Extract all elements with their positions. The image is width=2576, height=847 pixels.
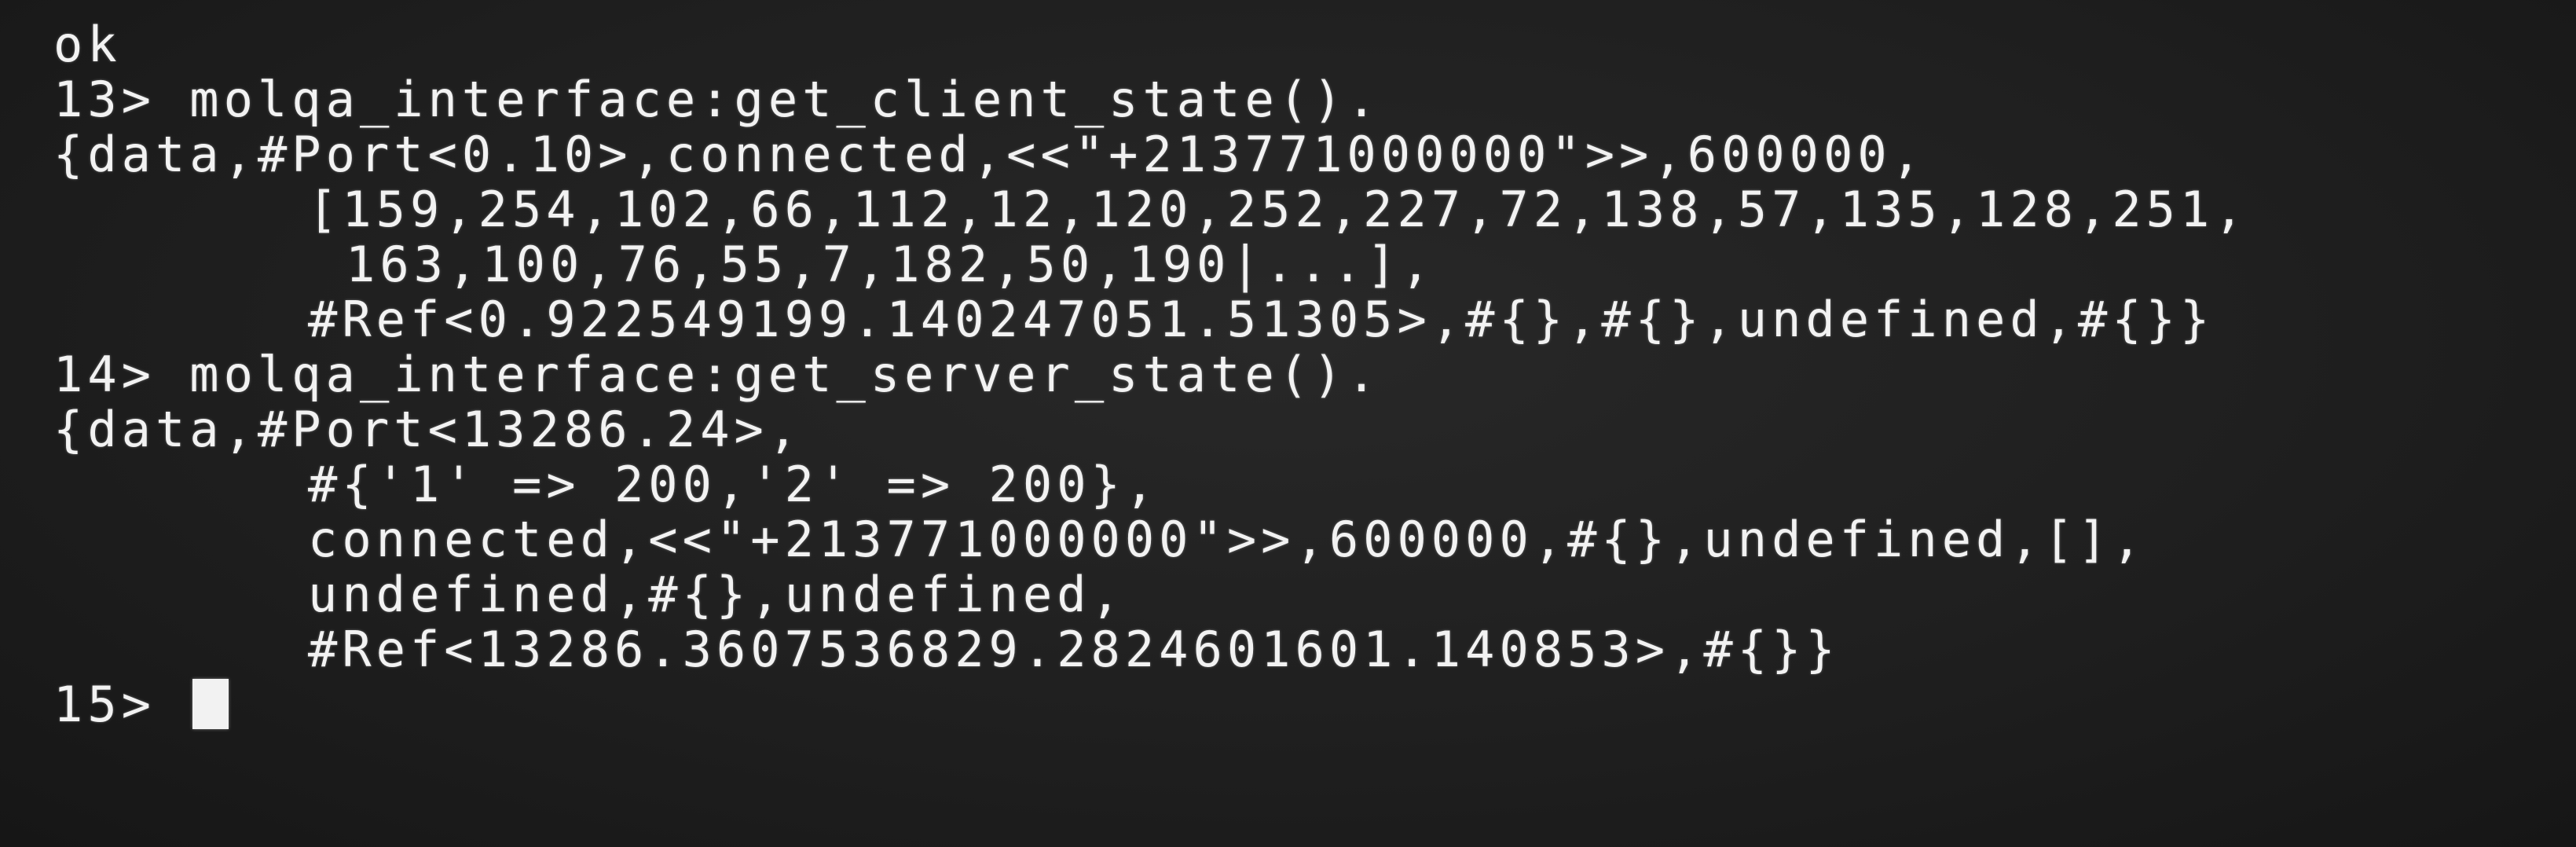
- output-line: connected,<<"+213771000000">>,600000,#{}…: [308, 511, 2146, 568]
- output-line: #{'1' => 200,'2' => 200},: [308, 456, 1160, 513]
- terminal-window[interactable]: ok 13> molqa_interface:get_client_state(…: [0, 0, 2576, 847]
- text-cursor[interactable]: [192, 679, 229, 729]
- output-line: {data,#Port<0.10>,connected,<<"+21377100…: [53, 126, 1926, 183]
- command-line-13: 13> molqa_interface:get_client_state().: [53, 71, 1381, 128]
- input-line[interactable]: 15>: [53, 677, 2576, 732]
- output-line: #Ref<0.922549199.140247051.51305>,#{},#{…: [308, 291, 2215, 348]
- output-line: 163,100,76,55,7,182,50,190|...],: [346, 236, 1435, 293]
- output-line: undefined,#{},undefined,: [308, 566, 1125, 623]
- output-line: [159,254,102,66,112,12,120,252,227,72,13…: [308, 181, 2248, 238]
- shell-prompt: 15>: [53, 676, 190, 733]
- output-line: {data,#Port<13286.24>,: [53, 401, 803, 458]
- command-line-14: 14> molqa_interface:get_server_state().: [53, 346, 1381, 403]
- output-line: #Ref<13286.3607536829.2824601601.140853>…: [308, 621, 1840, 678]
- output-ok: ok: [53, 16, 122, 73]
